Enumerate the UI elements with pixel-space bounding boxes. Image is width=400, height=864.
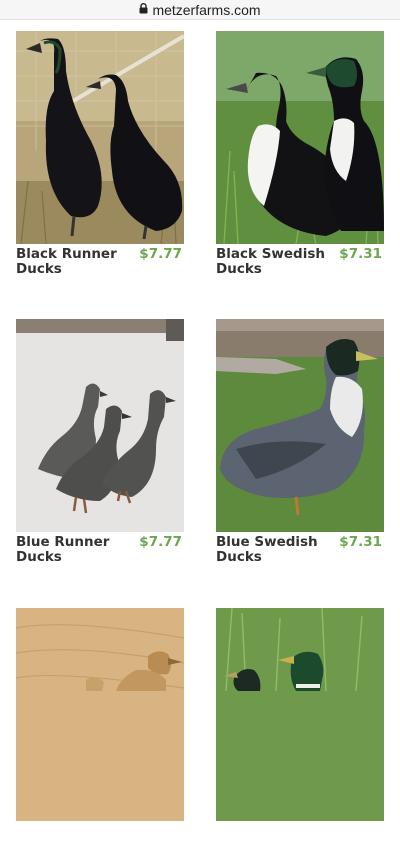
blue-swedish-duck-photo[interactable]	[216, 319, 384, 532]
lock-icon	[139, 3, 148, 14]
product-card[interactable]: Black Runner Ducks $7.77	[16, 31, 184, 287]
product-price: $7.77	[139, 246, 182, 262]
product-card[interactable]: Blue Swedish Ducks $7.31	[216, 319, 384, 575]
black-runner-duck-photo[interactable]	[16, 31, 184, 244]
product-name[interactable]: Blue Runner Ducks	[16, 535, 126, 565]
product-name[interactable]: Black Runner Ducks	[16, 247, 126, 277]
product-price: $7.77	[139, 534, 182, 550]
product-price: $7.31	[339, 246, 382, 262]
mallard-duck-photo[interactable]	[216, 608, 384, 821]
product-name[interactable]: Black Swedish Ducks	[216, 247, 326, 277]
url-text: metzerfarms.com	[152, 1, 261, 18]
product-name[interactable]: Blue Swedish Ducks	[216, 535, 326, 565]
black-swedish-duck-photo[interactable]	[216, 31, 384, 244]
product-card[interactable]	[16, 608, 184, 864]
product-price: $7.31	[339, 534, 382, 550]
browser-url-bar[interactable]: metzerfarms.com	[0, 0, 400, 20]
product-card[interactable]: Blue Runner Ducks $7.77	[16, 319, 184, 575]
product-card[interactable]: Black Swedish Ducks $7.31	[216, 31, 384, 287]
product-card[interactable]	[216, 608, 384, 864]
blue-runner-duck-photo[interactable]	[16, 319, 184, 532]
product-grid: Black Runner Ducks $7.77 Black Swedish D…	[0, 20, 400, 821]
duckling-photo[interactable]	[16, 608, 184, 821]
